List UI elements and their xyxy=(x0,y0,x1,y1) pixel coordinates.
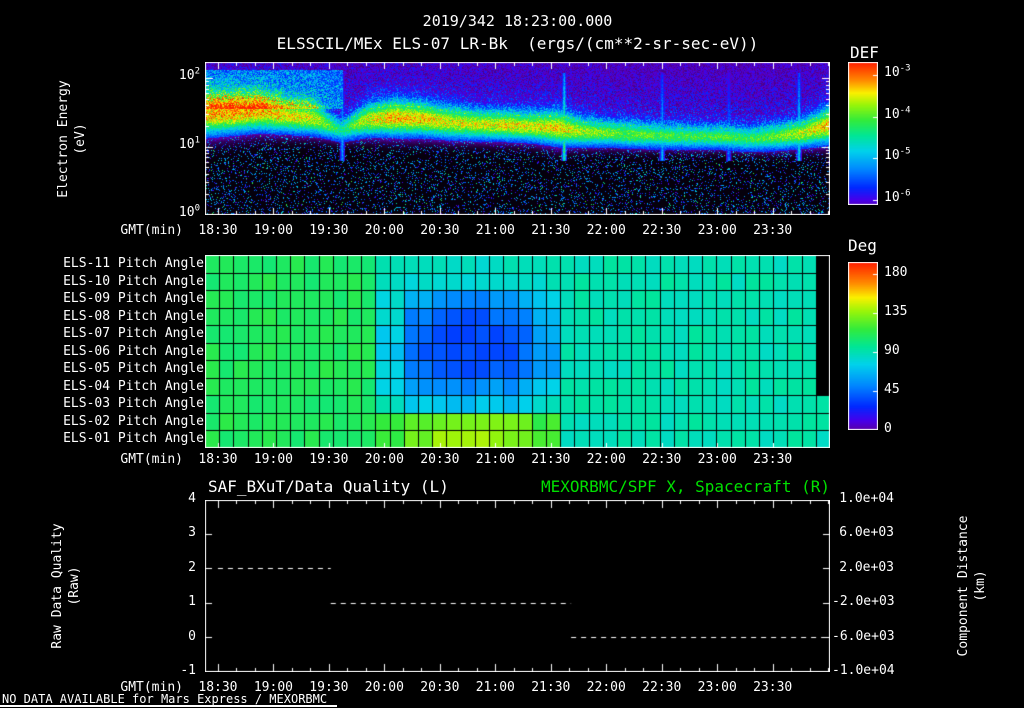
x-tick-label: 20:30 xyxy=(420,680,460,695)
x-tick-label: 23:30 xyxy=(753,223,793,238)
distance-tick-label: -6.0e+03 xyxy=(832,628,895,644)
distance-axis-label: Component Distance (km) xyxy=(955,516,989,657)
pitch-row-label: ELS-08 Pitch Angle xyxy=(63,308,204,324)
x-tick-label: 19:00 xyxy=(253,452,293,467)
def-colorbar-tick-label: 10-4 xyxy=(884,105,911,122)
x-tick-label: 23:00 xyxy=(697,680,737,695)
pitch-row-label: ELS-03 Pitch Angle xyxy=(63,396,204,412)
x-tick-label: 20:30 xyxy=(420,223,460,238)
spacecraft-panel-title: MEXORBMC/SPF X, Spacecraft (R) xyxy=(541,477,830,496)
energy-tick-label: 101 xyxy=(178,135,200,152)
x-tick-label: 20:00 xyxy=(364,680,404,695)
quality-tick-label: -1 xyxy=(180,663,196,678)
x-tick-label: 20:00 xyxy=(364,223,404,238)
distance-tick-label: 1.0e+04 xyxy=(839,491,894,506)
x-tick-label: 23:30 xyxy=(753,680,793,695)
x-tick-label: 22:30 xyxy=(642,223,682,238)
x-tick-label: 18:30 xyxy=(198,223,238,238)
exponent: -4 xyxy=(899,105,911,116)
x-tick-label: 22:30 xyxy=(642,452,682,467)
x-tick-label: 22:30 xyxy=(642,680,682,695)
x-tick-label: 21:00 xyxy=(475,680,515,695)
quality-panel-title: SAF_BXuT/Data Quality (L) xyxy=(208,477,449,496)
gmt-axis-label-1: GMT(min) xyxy=(120,223,183,238)
pitch-row-label: ELS-05 Pitch Angle xyxy=(63,361,204,377)
energy-axis-label: Electron Energy (eV) xyxy=(55,80,89,197)
timestamp: 2019/342 18:23:00.000 xyxy=(422,12,613,30)
x-tick-label: 19:30 xyxy=(309,223,349,238)
mex-els-plot-screen: 2019/342 18:23:00.000 ELSSCIL/MEx ELS-07… xyxy=(0,0,1024,708)
x-tick-label: 19:30 xyxy=(309,452,349,467)
def-colorbar-tick-label: 10-3 xyxy=(884,63,911,80)
footer-underline xyxy=(0,705,337,707)
energy-axis-label-line1: Electron Energy xyxy=(56,80,71,198)
pitch-row-label: ELS-07 Pitch Angle xyxy=(63,326,204,342)
deg-colorbar-tick-label: 180 xyxy=(884,265,908,280)
def-colorbar-tick-label: 10-5 xyxy=(884,147,911,164)
distance-tick-label: 6.0e+03 xyxy=(839,525,894,541)
deg-colorbar-tick-label: 135 xyxy=(884,304,908,319)
deg-colorbar-tick-label: 45 xyxy=(884,382,900,397)
quality-axis-label-line1: Raw Data Quality xyxy=(50,523,65,649)
x-tick-label: 19:30 xyxy=(309,680,349,695)
x-tick-label: 22:00 xyxy=(586,680,626,695)
deg-colorbar xyxy=(848,262,878,430)
gmt-axis-label-2: GMT(min) xyxy=(120,452,183,467)
x-tick-label: 23:30 xyxy=(753,452,793,467)
x-tick-label: 18:30 xyxy=(198,680,238,695)
deg-colorbar-tick-label: 90 xyxy=(884,343,900,358)
quality-axis-label-line2: (Raw) xyxy=(67,566,82,606)
distance-axis-label-line2: (km) xyxy=(973,570,988,602)
pitch-row-label: ELS-01 Pitch Angle xyxy=(63,431,204,447)
pitch-row-label: ELS-04 Pitch Angle xyxy=(63,378,204,394)
deg-colorbar-title: Deg xyxy=(848,236,877,255)
x-tick-label: 21:00 xyxy=(475,223,515,238)
x-tick-label: 20:00 xyxy=(364,452,404,467)
x-tick-label: 21:30 xyxy=(531,223,571,238)
quality-axis-label: Raw Data Quality (Raw) xyxy=(49,523,83,648)
pitch-row-label: ELS-09 Pitch Angle xyxy=(63,291,204,307)
distance-tick-label: -1.0e+04 xyxy=(832,663,895,678)
quality-tick-label: 0 xyxy=(188,628,196,644)
distance-axis-label-line1: Component Distance xyxy=(956,515,971,657)
pitch-row-label: ELS-11 Pitch Angle xyxy=(63,256,204,271)
def-colorbar-title: DEF xyxy=(850,43,879,62)
x-tick-label: 22:00 xyxy=(586,452,626,467)
quality-tick-label: 1 xyxy=(188,594,196,610)
energy-axis-label-line2: (eV) xyxy=(73,123,88,155)
pitch-row-label: ELS-10 Pitch Angle xyxy=(63,273,204,289)
quality-tick-label: 2 xyxy=(188,559,196,575)
energy-tick-label: 102 xyxy=(178,66,200,83)
x-tick-label: 19:00 xyxy=(253,223,293,238)
x-tick-label: 21:30 xyxy=(531,680,571,695)
x-tick-label: 18:30 xyxy=(198,452,238,467)
exponent: 2 xyxy=(194,66,200,77)
x-tick-label: 20:30 xyxy=(420,452,460,467)
plot-title: ELSSCIL/MEx ELS-07 LR-Bk (ergs/(cm**2-sr… xyxy=(276,34,759,53)
x-tick-label: 22:00 xyxy=(586,223,626,238)
energy-tick-label: 100 xyxy=(178,203,200,220)
quality-distance-plot xyxy=(205,500,830,672)
x-tick-label: 21:00 xyxy=(475,452,515,467)
def-colorbar xyxy=(848,62,878,205)
x-tick-label: 21:30 xyxy=(531,452,571,467)
distance-tick-label: -2.0e+03 xyxy=(832,594,895,610)
exponent: 0 xyxy=(194,203,200,214)
quality-tick-label: 3 xyxy=(188,525,196,541)
x-tick-label: 23:00 xyxy=(697,223,737,238)
exponent: -6 xyxy=(899,188,911,199)
def-colorbar-tick-label: 10-6 xyxy=(884,188,911,206)
x-tick-label: 19:00 xyxy=(253,680,293,695)
pitch-row-label: ELS-02 Pitch Angle xyxy=(63,413,204,429)
energy-spectrogram-plot xyxy=(205,62,830,215)
deg-colorbar-tick-label: 0 xyxy=(884,421,892,436)
pitch-angle-grid-plot xyxy=(205,255,830,448)
exponent: -5 xyxy=(899,147,911,158)
exponent: -3 xyxy=(899,63,911,74)
x-tick-label: 23:00 xyxy=(697,452,737,467)
distance-tick-label: 2.0e+03 xyxy=(839,559,894,575)
quality-tick-label: 4 xyxy=(188,491,196,506)
pitch-row-label: ELS-06 Pitch Angle xyxy=(63,343,204,359)
exponent: 1 xyxy=(194,135,200,146)
